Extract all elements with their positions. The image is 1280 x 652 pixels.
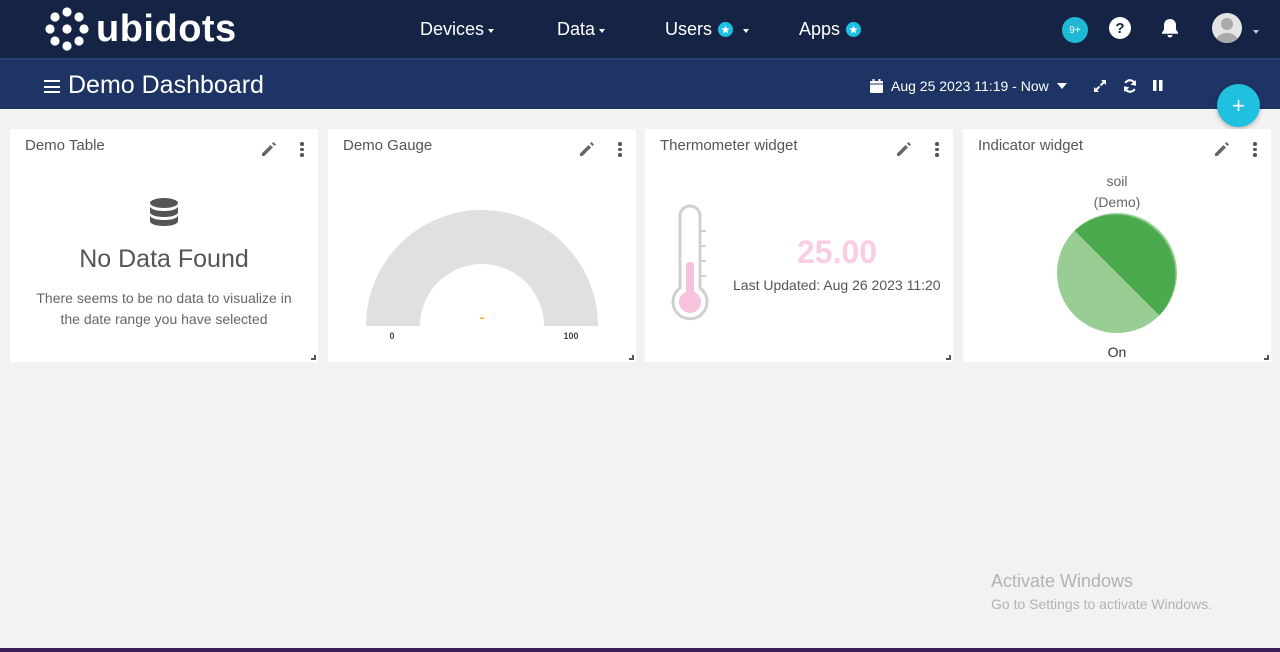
last-updated-text: Last Updated: Aug 26 2023 11:20	[733, 277, 941, 293]
star-icon	[718, 21, 734, 37]
database-icon	[150, 198, 178, 226]
nav-devices[interactable]: Devices	[420, 17, 495, 41]
calendar-icon	[870, 79, 883, 93]
widget-title: Demo Table	[25, 137, 105, 154]
pencil-icon[interactable]	[260, 140, 278, 158]
gauge-chart: 0 100 -	[366, 210, 598, 341]
gauge-min-label: 0	[389, 331, 394, 341]
dashboard-header: Demo Dashboard Aug 25 2023 11:19 - Now	[0, 58, 1280, 109]
chevron-down-icon	[1056, 83, 1067, 89]
indicator-light	[1057, 213, 1177, 333]
thermometer-value: 25.00	[797, 234, 878, 270]
indicator-state: On	[1107, 344, 1127, 360]
resize-handle[interactable]	[629, 355, 634, 360]
resize-handle[interactable]	[946, 355, 951, 360]
widget-indicator: Indicator widget soil (Demo) On	[963, 129, 1271, 362]
widget-title: Demo Gauge	[343, 137, 433, 154]
indicator-device-name: (Demo)	[1093, 194, 1141, 210]
watermark-subtitle: Go to Settings to activate Windows.	[991, 596, 1212, 612]
nav-data-label: Data	[557, 18, 596, 39]
resize-handle[interactable]	[311, 355, 316, 360]
pause-icon[interactable]	[1150, 78, 1166, 94]
menu-icon[interactable]	[44, 80, 60, 93]
resize-handle[interactable]	[1264, 355, 1269, 360]
nav-users[interactable]: Users	[665, 17, 750, 41]
gauge-max-label: 100	[563, 331, 578, 341]
pencil-icon[interactable]	[578, 140, 596, 158]
user-icon	[1215, 18, 1239, 43]
chevron-down-icon	[599, 28, 606, 33]
pencil-icon[interactable]	[1213, 140, 1231, 158]
empty-state-message: There seems to be no data to visualize i…	[36, 290, 292, 327]
star-icon	[846, 21, 862, 37]
windows-activation-watermark: Activate Windows Go to Settings to activ…	[991, 571, 1212, 612]
widget-thermometer: Thermometer widget 25.00 Last Updated: A…	[645, 129, 953, 362]
nav-apps-label: Apps	[799, 18, 841, 39]
top-navigation: ubidots Devices Data Users Apps 9+ ?	[0, 0, 1280, 58]
gauge-value-label: -	[479, 307, 485, 327]
watermark-title: Activate Windows	[991, 571, 1134, 591]
chevron-down-icon	[743, 28, 750, 33]
help-icon[interactable]: ?	[1109, 17, 1131, 39]
widget-title: Indicator widget	[978, 137, 1084, 154]
thermometer-icon	[671, 204, 709, 321]
bottom-strip	[0, 648, 1280, 652]
ubidots-dots-icon	[45, 7, 89, 51]
expand-icon[interactable]	[1092, 78, 1108, 94]
add-widget-button[interactable]: +	[1217, 84, 1260, 127]
more-vert-icon[interactable]	[300, 142, 304, 157]
refresh-icon[interactable]	[1122, 78, 1138, 94]
notifications-count-badge[interactable]: 9+	[1062, 17, 1088, 43]
nav-users-label: Users	[665, 18, 713, 39]
chevron-down-icon	[488, 28, 495, 33]
empty-state-title: No Data Found	[79, 245, 249, 273]
pencil-icon[interactable]	[895, 140, 913, 158]
date-range-picker[interactable]: Aug 25 2023 11:19 - Now	[870, 77, 1067, 95]
more-vert-icon[interactable]	[1253, 142, 1257, 157]
nav-data[interactable]: Data	[557, 17, 606, 41]
indicator-variable-name: soil	[1106, 173, 1128, 189]
nav-apps[interactable]: Apps	[799, 17, 862, 41]
more-vert-icon[interactable]	[618, 142, 622, 157]
dashboard-title[interactable]: Demo Dashboard	[68, 70, 264, 100]
bell-icon[interactable]	[1158, 16, 1182, 40]
date-range-label: Aug 25 2023 11:19 - Now	[891, 78, 1049, 94]
chevron-down-icon[interactable]	[1253, 30, 1259, 34]
brand-name: ubidots	[96, 8, 237, 50]
widget-demo-table: Demo Table No Data Found There seems to …	[10, 129, 318, 362]
widget-title: Thermometer widget	[660, 137, 798, 154]
more-vert-icon[interactable]	[935, 142, 939, 157]
user-avatar[interactable]	[1212, 13, 1242, 43]
brand-logo[interactable]: ubidots	[44, 6, 237, 52]
widget-demo-gauge: Demo Gauge 0 100 -	[328, 129, 636, 362]
nav-devices-label: Devices	[420, 18, 485, 39]
